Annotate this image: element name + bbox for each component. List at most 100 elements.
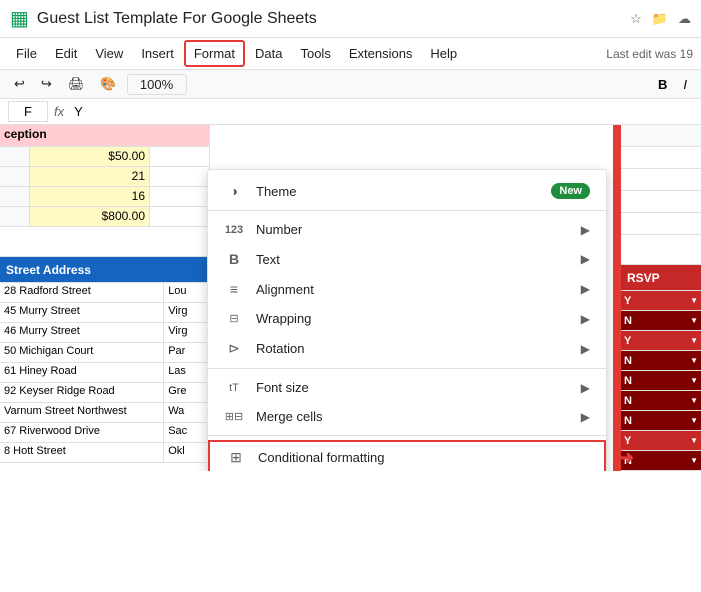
zoom-display[interactable]: 100% — [127, 74, 187, 95]
rotation-arrow-icon: ▶ — [581, 342, 590, 356]
dropdown-arrow-icon[interactable]: ▼ — [690, 396, 698, 405]
address-cell[interactable]: 61 Hiney Road — [0, 363, 164, 382]
toolbar: ↩ ↪ 🖨 🎨 100% B I — [0, 69, 701, 99]
address-cell[interactable]: 45 Murry Street — [0, 303, 164, 322]
row-spacer — [621, 147, 701, 169]
menu-divider — [208, 210, 606, 211]
address-cell[interactable]: 92 Keyser Ridge Road — [0, 383, 164, 402]
menu-data[interactable]: Data — [247, 42, 290, 65]
rsvp-cell[interactable]: N ▼ — [621, 311, 701, 330]
address-cell[interactable]: 50 Michigan Court — [0, 343, 164, 362]
wrapping-arrow-icon: ▶ — [581, 312, 590, 326]
address-cell[interactable]: 8 Hott Street — [0, 443, 164, 462]
undo-button[interactable]: ↩ — [8, 73, 31, 95]
rsvp-header: RSVP — [621, 265, 701, 291]
rsvp-cell[interactable]: N ▼ — [621, 371, 701, 390]
city-cell[interactable]: Par — [164, 343, 209, 362]
row-number — [0, 167, 30, 186]
title-icons: ☆ 📁 ☁ — [630, 11, 691, 27]
dropdown-item-merge-cells[interactable]: ⊞⊟ Merge cells ▶ — [208, 402, 606, 431]
menu-format[interactable]: Format — [184, 40, 245, 67]
city-cell[interactable]: Sac — [164, 423, 209, 442]
row-spacer — [621, 169, 701, 191]
spacer-row — [0, 227, 209, 257]
city-cell[interactable]: Las — [164, 363, 209, 382]
cell-total[interactable]: $800.00 — [30, 207, 150, 226]
address-cell[interactable]: 67 Riverwood Drive — [0, 423, 164, 442]
menu-extensions[interactable]: Extensions — [341, 42, 421, 65]
cloud-icon[interactable]: ☁ — [678, 11, 691, 27]
rsvp-cell[interactable]: N ▼ — [621, 411, 701, 430]
city-cell[interactable]: Gre — [164, 383, 209, 402]
address-row: Varnum Street Northwest Wa — [0, 403, 209, 423]
cell-amount[interactable]: $50.00 — [30, 147, 150, 166]
dropdown-arrow-icon[interactable]: ▼ — [690, 376, 698, 385]
menu-help[interactable]: Help — [422, 42, 465, 65]
alignment-arrow-icon: ▶ — [581, 282, 590, 296]
dropdown-item-wrapping[interactable]: ⊟ Wrapping ▶ — [208, 304, 606, 333]
menu-bar: File Edit View Insert Format Data Tools … — [0, 38, 701, 69]
dropdown-arrow-icon[interactable]: ▼ — [690, 356, 698, 365]
rsvp-cell[interactable]: N ▼ — [621, 391, 701, 410]
font-size-icon: tT — [224, 382, 244, 394]
dropdown-arrow-icon[interactable]: ▼ — [690, 436, 698, 445]
cell-reference[interactable]: F — [8, 101, 48, 122]
address-row: 92 Keyser Ridge Road Gre — [0, 383, 209, 403]
dropdown-arrow-icon[interactable]: ▼ — [690, 416, 698, 425]
formula-input[interactable]: Y — [70, 102, 693, 121]
dropdown-arrow-icon[interactable]: ▼ — [690, 296, 698, 305]
menu-file[interactable]: File — [8, 42, 45, 65]
cell-count2[interactable]: 16 — [30, 187, 150, 206]
dropdown-item-number[interactable]: 123 Number ▶ — [208, 215, 606, 244]
address-cell[interactable]: 46 Murry Street — [0, 323, 164, 342]
dropdown-arrow-icon[interactable]: ▼ — [690, 456, 698, 465]
rsvp-row: N ▼ — [621, 371, 701, 391]
font-size-label: Font size — [256, 380, 581, 395]
bold-button[interactable]: B — [652, 75, 673, 94]
rsvp-value: N — [624, 315, 632, 327]
menu-insert[interactable]: Insert — [133, 42, 182, 65]
address-cell[interactable]: Varnum Street Northwest — [0, 403, 164, 422]
text-label: Text — [256, 252, 581, 267]
rsvp-cell[interactable]: N ▼ — [621, 351, 701, 370]
dropdown-item-rotation[interactable]: ⊳ Rotation ▶ — [208, 333, 606, 364]
rsvp-value: N — [624, 355, 632, 367]
rsvp-value: Y — [624, 335, 631, 347]
theme-icon: ◑ — [224, 183, 244, 199]
city-cell[interactable]: Lou — [164, 283, 209, 302]
menu-edit[interactable]: Edit — [47, 42, 85, 65]
dropdown-item-font-size[interactable]: tT Font size ▶ — [208, 373, 606, 402]
print-button[interactable]: 🖨 — [62, 73, 91, 95]
menu-view[interactable]: View — [87, 42, 131, 65]
dropdown-item-text[interactable]: B Text ▶ — [208, 244, 606, 274]
city-cell[interactable]: Virg — [164, 323, 209, 342]
document-title[interactable]: Guest List Template For Google Sheets — [37, 10, 622, 28]
menu-tools[interactable]: Tools — [292, 42, 338, 65]
star-icon[interactable]: ☆ — [630, 11, 642, 27]
cell-count1[interactable]: 21 — [30, 167, 150, 186]
city-cell[interactable]: Okl — [164, 443, 209, 462]
row-number — [0, 187, 30, 206]
city-cell[interactable]: Virg — [164, 303, 209, 322]
rsvp-cell[interactable]: Y ▼ — [621, 291, 701, 310]
row-number — [0, 147, 30, 166]
dropdown-item-theme[interactable]: ◑ Theme New — [208, 176, 606, 206]
rsvp-row: Y ▼ — [621, 291, 701, 311]
format-dropdown: ◑ Theme New 123 Number ▶ B Text ▶ ≡ Alig… — [207, 169, 607, 471]
city-cell[interactable]: Wa — [164, 403, 209, 422]
paint-format-button[interactable]: 🎨 — [94, 73, 122, 95]
address-cell[interactable]: 28 Radford Street — [0, 283, 164, 302]
conditional-formatting-icon: ⊞ — [226, 449, 246, 466]
rsvp-cell[interactable]: Y ▼ — [621, 331, 701, 350]
dropdown-item-conditional-formatting[interactable]: ⊞ Conditional formatting ➜ — [208, 440, 606, 471]
folder-icon[interactable]: 📁 — [652, 11, 668, 27]
address-row: 67 Riverwood Drive Sac — [0, 423, 209, 443]
red-arrow-icon: ➜ — [619, 447, 634, 468]
italic-button[interactable]: I — [677, 75, 693, 94]
wrapping-icon: ⊟ — [224, 312, 244, 325]
dropdown-arrow-icon[interactable]: ▼ — [690, 336, 698, 345]
redo-button[interactable]: ↪ — [35, 73, 58, 95]
dropdown-item-alignment[interactable]: ≡ Alignment ▶ — [208, 274, 606, 304]
dropdown-arrow-icon[interactable]: ▼ — [690, 316, 698, 325]
rotation-icon: ⊳ — [224, 340, 244, 357]
